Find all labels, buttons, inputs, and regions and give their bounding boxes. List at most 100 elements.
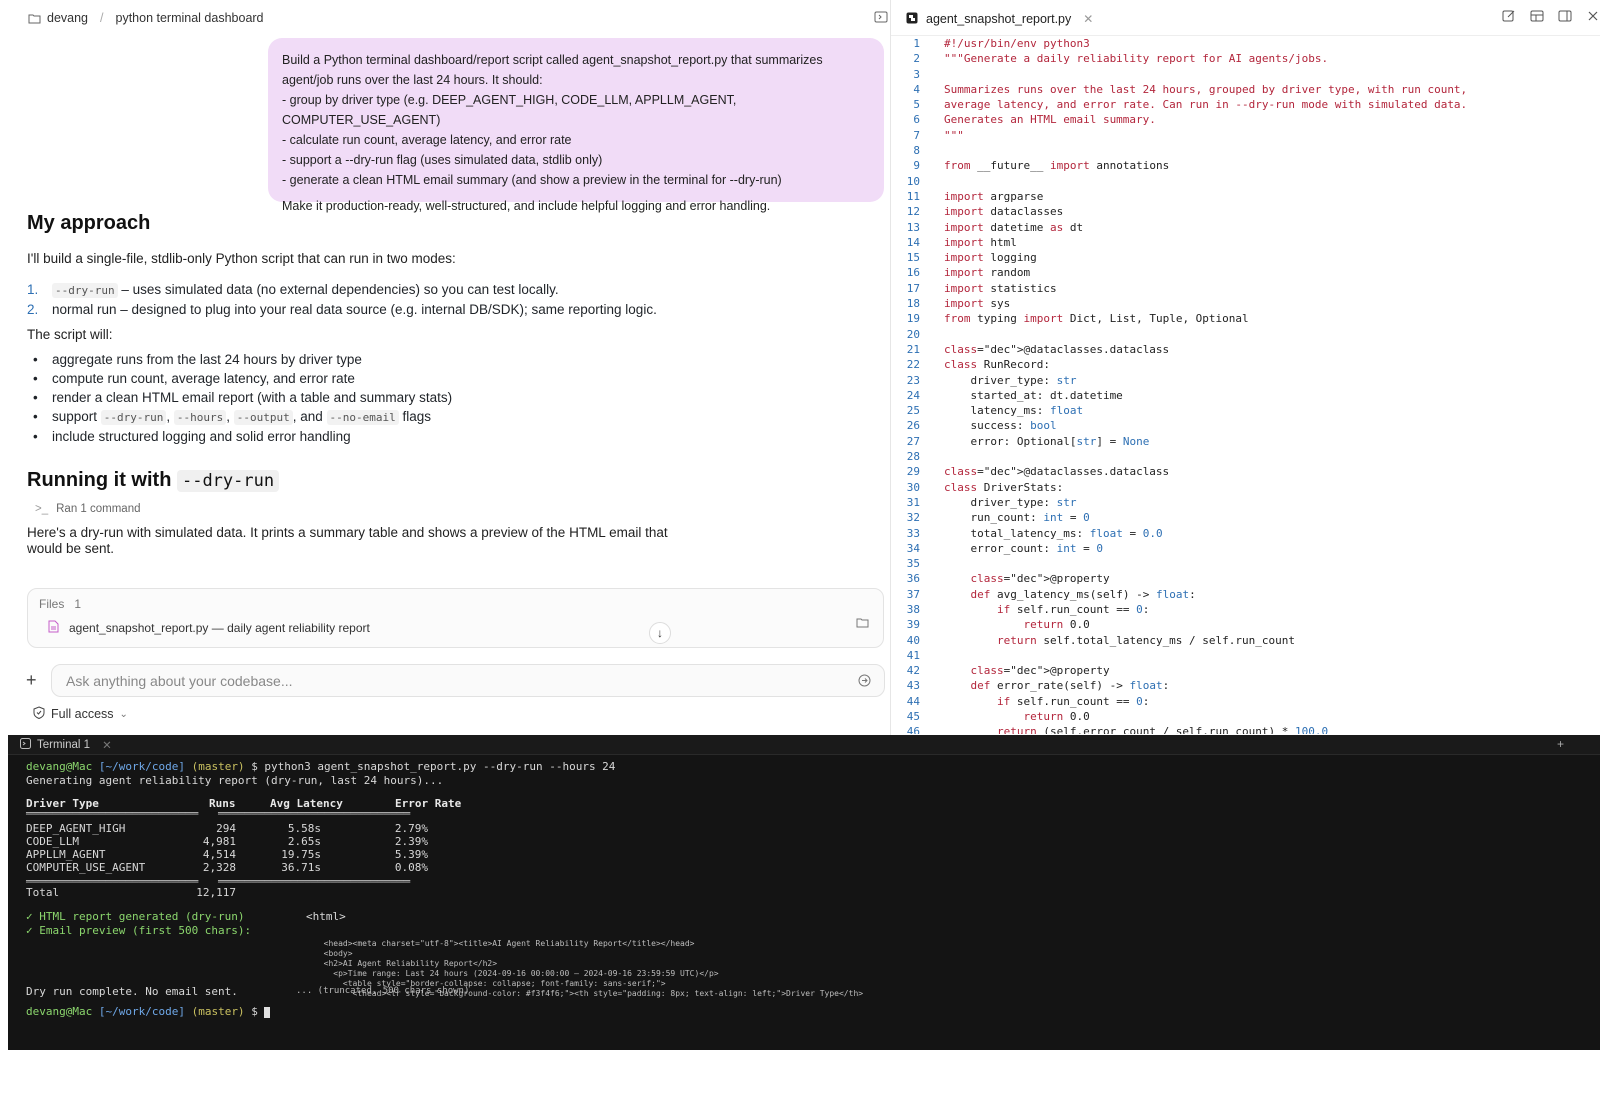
folder-icon	[28, 13, 41, 24]
chat-pane: devang / python terminal dashboard Build…	[8, 0, 908, 748]
code-text: return self.total_latency_ms / self.run_…	[996, 633, 1296, 647]
code-line: 31 driver_type: str	[891, 495, 1600, 510]
code-text: driver_type: str	[944, 495, 1077, 509]
line-number: 15	[906, 251, 920, 265]
ran-command-toggle[interactable]: >_ Ran 1 command	[35, 503, 141, 515]
sidebar-toggle-icon[interactable]	[1558, 9, 1572, 28]
breadcrumb-separator: /	[100, 11, 104, 25]
generating-line: Generating agent reliability report (dry…	[26, 774, 444, 787]
line-number: 2	[913, 52, 920, 66]
code-line: 13 import datetime as dt	[891, 220, 1600, 235]
line-number: 45	[906, 710, 920, 724]
code-text: import random	[944, 266, 1031, 280]
scroll-down-button[interactable]: ↓	[649, 622, 671, 644]
code-line: 2 """Generate a daily reliability report …	[891, 51, 1600, 66]
close-icon[interactable]	[1586, 9, 1600, 28]
running-heading: Running it with --dry-run	[27, 469, 280, 492]
code-line: 19 from typing import Dict, List, Tuple, …	[891, 311, 1600, 326]
code-text: class="dec">@property	[970, 664, 1110, 678]
code-line: 41	[891, 648, 1600, 663]
line-number: 8	[913, 144, 920, 158]
approach-bullets: • aggregate runs from the last 24 hours b…	[27, 350, 452, 446]
code-text: """	[944, 128, 964, 142]
code-line: 10	[891, 174, 1600, 189]
collapse-panel-icon[interactable]	[874, 10, 888, 24]
list-item: • include structured logging and solid er…	[33, 429, 351, 444]
command-line: devang@Mac [~/work/code] (master) $ pyth…	[26, 760, 616, 773]
table-cell: CODE_LLM	[26, 835, 79, 848]
access-dropdown[interactable]: Full access ⌄	[33, 706, 128, 722]
code-text: import statistics	[944, 281, 1057, 295]
line-number: 34	[906, 541, 920, 555]
split-view-icon[interactable]	[1530, 9, 1544, 28]
code-text: import sys	[944, 297, 1011, 311]
editor-tab[interactable]: agent_snapshot_report.py ✕	[898, 4, 1101, 34]
code-text: average latency, and error rate. Can run…	[944, 98, 1468, 112]
table-cell: 2.65s	[287, 835, 321, 848]
terminal-output[interactable]: devang@Mac [~/work/code] (master) $ pyth…	[26, 760, 863, 1116]
code-line: 32 run_count: int = 0	[891, 510, 1600, 525]
code-line: 23 driver_type: str	[891, 373, 1600, 388]
code-line: 45 return 0.0	[891, 709, 1600, 724]
line-number: 20	[906, 327, 920, 341]
line-number: 31	[906, 495, 920, 509]
line-number: 7	[913, 128, 920, 142]
code-line: 30 class DriverStats:	[891, 480, 1600, 495]
code-line: 29 class="dec">@dataclasses.dataclass	[891, 464, 1600, 479]
code-line: 37 def avg_latency_ms(self) -> float:	[891, 587, 1600, 602]
ask-input[interactable]	[51, 664, 885, 697]
code-line: 46 return (self.error_count / self.run_c…	[891, 724, 1600, 734]
code-line: 28	[891, 449, 1600, 464]
breadcrumb-workspace[interactable]: devang	[47, 11, 88, 25]
inline-code: --output	[233, 410, 293, 425]
new-terminal-button[interactable]: +	[1557, 737, 1564, 751]
code-text: def error_rate(self) -> float:	[970, 679, 1170, 693]
table-cell: 5.39%	[394, 848, 428, 861]
line-number: 43	[906, 679, 920, 693]
line-number: 27	[906, 434, 920, 448]
file-item[interactable]: agent_snapshot_report.py — daily agent r…	[48, 620, 370, 636]
code-line: 25 latency_ms: float	[891, 403, 1600, 418]
code-line: 40 return self.total_latency_ms / self.r…	[891, 633, 1600, 648]
line-number: 3	[913, 67, 920, 81]
html-open-tag: <html>	[306, 910, 346, 923]
line-number: 13	[906, 220, 920, 234]
breadcrumb: devang / python terminal dashboard	[8, 0, 908, 36]
code-line: 16 import random	[891, 265, 1600, 280]
check-report: ✓ HTML report generated (dry-run)	[26, 910, 245, 923]
table-cell: 4,514	[202, 848, 236, 861]
table-cell: 294	[216, 822, 236, 835]
code-line: 8	[891, 143, 1600, 158]
code-text: from __future__ import annotations	[944, 159, 1170, 173]
file-name: agent_snapshot_report.py — daily agent r…	[69, 621, 370, 635]
code-text: total_latency_ms: float = 0.0	[944, 526, 1163, 540]
prompt-item: - calculate run count, average latency, …	[282, 133, 572, 147]
open-folder-icon[interactable]	[856, 615, 869, 633]
close-terminal-icon[interactable]: ✕	[102, 738, 112, 752]
terminal-cursor	[264, 1006, 271, 1018]
code-line: 9 from __future__ import annotations	[891, 158, 1600, 173]
terminal-prompt-icon: >_	[35, 503, 49, 515]
edit-icon[interactable]	[1502, 9, 1516, 28]
check-email: ✓ Email preview (first 500 chars):	[26, 924, 252, 937]
code-text: success: bool	[944, 419, 1057, 433]
send-icon[interactable]	[858, 674, 871, 692]
terminal-tab[interactable]: Terminal 1 ✕	[20, 738, 112, 752]
code-editor[interactable]: 1 #!/usr/bin/env python3 2 """Generate a da…	[891, 36, 1600, 734]
line-number: 33	[906, 526, 920, 540]
line-number: 18	[906, 297, 920, 311]
add-attachment-button[interactable]: +	[26, 670, 37, 691]
running-desc: Here's a dry-run with simulated data. It…	[27, 525, 668, 556]
code-line: 17 import statistics	[891, 281, 1600, 296]
breadcrumb-project[interactable]: python terminal dashboard	[116, 11, 264, 25]
line-number: 22	[906, 358, 920, 372]
code-text: return 0.0	[1023, 710, 1090, 724]
code-line: 21 class="dec">@dataclasses.dataclass	[891, 342, 1600, 357]
inline-code: --dry-run	[100, 410, 167, 425]
close-tab-icon[interactable]: ✕	[1083, 12, 1093, 26]
